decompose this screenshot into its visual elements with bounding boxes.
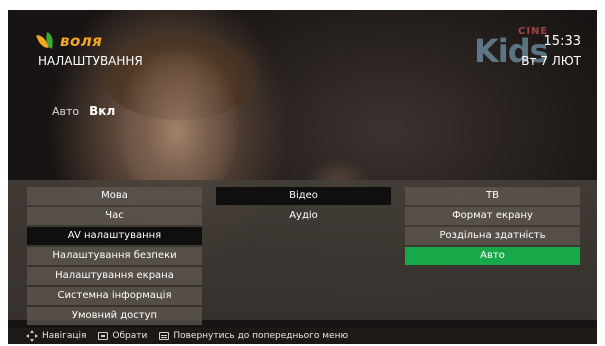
settings-menu-panel: Мова Час AV налаштування Налаштування бе… <box>8 180 597 325</box>
av-submenu: Відео Аудіо <box>216 187 391 225</box>
menu-item-time[interactable]: Час <box>27 207 202 225</box>
page-title: НАЛАШТУВАННЯ <box>38 54 143 68</box>
menu-item-system-info[interactable]: Системна інформація <box>27 287 202 305</box>
navigation-arrows-icon <box>26 330 38 342</box>
option-resolution[interactable]: Роздільна здатність <box>405 227 580 245</box>
video-options: ТВ Формат екрану Роздільна здатність Авт… <box>405 187 580 265</box>
ok-key-icon <box>98 332 109 340</box>
footer-back-label: Повернутись до попереднього меню <box>173 331 349 341</box>
brand-logo: воля <box>36 32 103 50</box>
footer-navigate-label: Навігація <box>42 331 87 341</box>
tv-screen: воля НАЛАШТУВАННЯ Kids CINE 15:33 Вт 7 Л… <box>8 10 597 344</box>
menu-item-screen-settings[interactable]: Налаштування екрана <box>27 267 202 285</box>
footer-help-bar: Навігація Обрати Повернутись до попередн… <box>8 328 597 344</box>
main-menu: Мова Час AV налаштування Налаштування бе… <box>27 187 202 325</box>
submenu-item-video[interactable]: Відео <box>216 187 391 205</box>
menu-item-conditional-access[interactable]: Умовний доступ <box>27 307 202 325</box>
menu-item-av-settings[interactable]: AV налаштування <box>27 227 202 245</box>
current-setting-status: Авто Вкл <box>52 104 115 118</box>
status-label: Авто <box>52 105 80 118</box>
date: Вт 7 ЛЮТ <box>521 54 581 68</box>
leaf-logo-icon <box>36 32 56 50</box>
status-value: Вкл <box>89 104 116 118</box>
menu-item-security[interactable]: Налаштування безпеки <box>27 247 202 265</box>
menu-item-language[interactable]: Мова <box>27 187 202 205</box>
clock: 15:33 <box>543 34 581 49</box>
brand-name: воля <box>60 32 103 50</box>
option-auto[interactable]: Авто <box>405 247 580 265</box>
submenu-item-audio[interactable]: Аудіо <box>216 207 391 225</box>
back-key-icon <box>159 332 170 340</box>
option-screen-format[interactable]: Формат екрану <box>405 207 580 225</box>
video-background-face <box>118 50 238 200</box>
option-tv[interactable]: ТВ <box>405 187 580 205</box>
footer-select-label: Обрати <box>112 331 148 341</box>
